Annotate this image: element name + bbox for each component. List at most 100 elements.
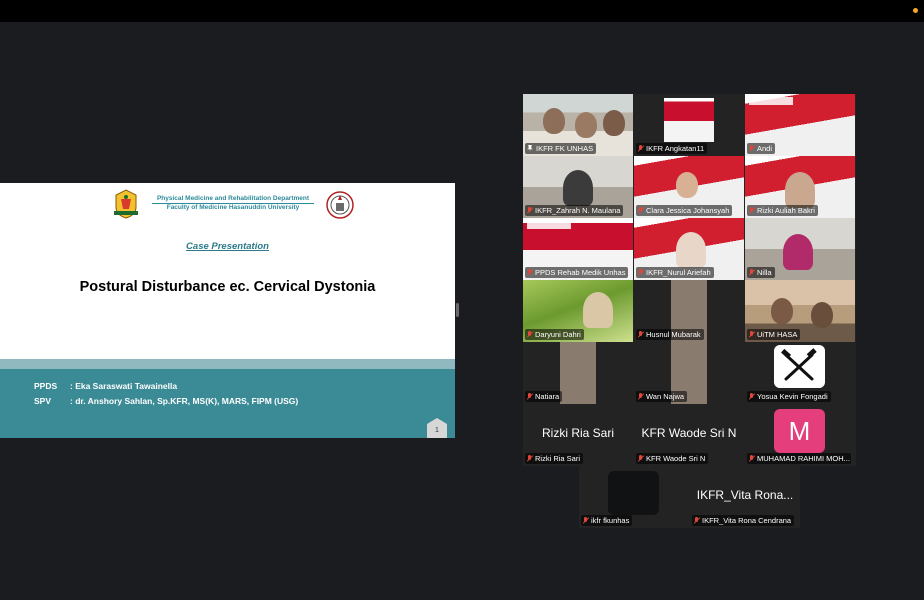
- shared-screen[interactable]: Physical Medicine and Rehabilitation Dep…: [0, 183, 455, 438]
- participant-name: IKFR Angkatan11: [646, 144, 705, 153]
- participant-tile[interactable]: IKFR Angkatan11: [634, 94, 744, 156]
- department-line-2: Faculty of Medicine Hasanuddin Universit…: [166, 204, 300, 211]
- participant-name: IKFR_Vita Rona Cendrana: [702, 516, 792, 525]
- participant-tile[interactable]: Daryuni Dahri: [523, 280, 633, 342]
- ppds-value: : Eka Saraswati Tawainella: [70, 381, 178, 391]
- participant-name: IKFR_Nurul Ariefah: [646, 268, 711, 277]
- participant-name-label: IKFR_Nurul Ariefah: [636, 267, 714, 278]
- virtual-background: [749, 97, 793, 105]
- participant-tile[interactable]: Wan Najwa: [634, 342, 744, 404]
- participant-name: Rizki Ria Sari: [535, 454, 581, 463]
- muted-mic-icon: [749, 207, 754, 214]
- participant-tile[interactable]: Clara Jessica Johansyah: [634, 156, 744, 218]
- participant-name-label: Rizki Auliah Bakri: [747, 205, 818, 216]
- participant-name: Nilla: [757, 268, 772, 277]
- ppds-label: PPDS: [34, 381, 58, 391]
- muted-mic-icon: [694, 517, 699, 524]
- muted-mic-icon: [638, 393, 643, 400]
- participant-tile[interactable]: Husnul Mubarak: [634, 280, 744, 342]
- participant-tile[interactable]: Nilla: [745, 218, 855, 280]
- participant-video: [676, 172, 698, 198]
- participant-tile[interactable]: PPDS Rehab Medik Unhas: [523, 218, 633, 280]
- participant-tile[interactable]: Natiara: [523, 342, 633, 404]
- muted-mic-icon: [749, 269, 754, 276]
- muted-mic-icon: [638, 455, 643, 462]
- participant-name: Daryuni Dahri: [535, 330, 581, 339]
- participant-name-label: Andi: [747, 143, 776, 154]
- participant-name: UiTM HASA: [757, 330, 798, 339]
- participant-name: Yosua Kevin Fongadi: [757, 392, 828, 401]
- header-divider: [152, 203, 314, 204]
- participant-video: [575, 112, 597, 138]
- participant-name: Rizki Auliah Bakri: [757, 206, 815, 215]
- participant-tile[interactable]: Yosua Kevin Fongadi: [745, 342, 855, 404]
- ppds-line: PPDS : Eka Saraswati Tawainella: [34, 381, 177, 391]
- participant-display-name: IKFR_Vita Rona...: [696, 488, 794, 502]
- muted-mic-icon: [749, 145, 754, 152]
- department-line-1: Physical Medicine and Rehabilitation Dep…: [156, 195, 310, 202]
- spv-line: SPV: dr. Anshory Sahlan, Sp.KFR, MS(K), …: [34, 396, 298, 406]
- participant-video: [603, 110, 625, 136]
- participant-video: [583, 292, 613, 328]
- participant-tile[interactable]: Rizki Auliah Bakri: [745, 156, 855, 218]
- participant-video: [560, 342, 596, 404]
- participant-gallery: IKFR FK UNHAS IKFR Angkatan11 Andi IKFR_…: [523, 94, 856, 466]
- participant-tile[interactable]: M MUHAMAD RAHIMI MOH...: [745, 404, 855, 466]
- participant-video: [771, 298, 793, 324]
- participant-tile[interactable]: Rizki Ria Sari Rizki Ria Sari: [523, 404, 633, 466]
- participant-name-label: IKFR Angkatan11: [636, 143, 708, 154]
- participant-name: MUHAMAD RAHIMI MOH...: [757, 454, 850, 463]
- slide-band: PPDS : Eka Saraswati Tawainella SPV: dr. …: [0, 369, 455, 438]
- slide-header: Physical Medicine and Rehabilitation Dep…: [112, 189, 357, 219]
- participant-name-label: KFR Waode Sri N: [636, 453, 709, 464]
- participant-gallery-row: ikfr fkunhas IKFR_Vita Rona... IKFR_Vita…: [579, 466, 800, 528]
- participant-tile[interactable]: Andi: [745, 94, 855, 156]
- muted-mic-icon: [527, 393, 532, 400]
- participant-name-label: Natiara: [525, 391, 563, 402]
- status-dot-icon: [913, 8, 918, 13]
- participant-name: Clara Jessica Johansyah: [646, 206, 730, 215]
- participant-video: [543, 108, 565, 134]
- avatar: [608, 471, 659, 515]
- participant-name-label: UiTM HASA: [747, 329, 801, 340]
- muted-mic-icon: [638, 269, 643, 276]
- participant-video: [563, 170, 593, 206]
- participant-name: IKFR_Zahrah N. Maulana: [535, 206, 621, 215]
- muted-mic-icon: [583, 517, 588, 524]
- muted-mic-icon: [638, 145, 643, 152]
- participant-name-label: Nilla: [747, 267, 775, 278]
- participant-name-label: Daryuni Dahri: [525, 329, 584, 340]
- participant-name: Andi: [757, 144, 773, 153]
- participant-tile[interactable]: IKFR_Vita Rona... IKFR_Vita Rona Cendran…: [690, 466, 800, 528]
- participant-video: [785, 172, 815, 208]
- muted-mic-icon: [749, 393, 754, 400]
- participant-tile[interactable]: KFR Waode Sri N KFR Waode Sri N: [634, 404, 744, 466]
- participant-name: KFR Waode Sri N: [646, 454, 706, 463]
- resize-handle[interactable]: [456, 303, 459, 317]
- slide-subtitle: Case Presentation: [186, 241, 269, 252]
- muted-mic-icon: [527, 331, 532, 338]
- participant-name: Wan Najwa: [646, 392, 685, 401]
- faculty-logo-icon: [326, 191, 354, 219]
- participant-tile[interactable]: IKFR_Nurul Ariefah: [634, 218, 744, 280]
- muted-mic-icon: [527, 269, 532, 276]
- participant-display-name: Rizki Ria Sari: [541, 426, 614, 440]
- spv-value: : dr. Anshory Sahlan, Sp.KFR, MS(K), MAR…: [70, 396, 299, 406]
- participant-name-label: MUHAMAD RAHIMI MOH...: [747, 453, 851, 464]
- participant-tile[interactable]: IKFR FK UNHAS: [523, 94, 633, 156]
- university-logo-icon: [114, 189, 138, 219]
- participant-name: Husnul Mubarak: [646, 330, 701, 339]
- participant-tile[interactable]: IKFR_Zahrah N. Maulana: [523, 156, 633, 218]
- avatar: M: [774, 409, 825, 453]
- participant-name-label: IKFR_Zahrah N. Maulana: [525, 205, 624, 216]
- muted-mic-icon: [527, 455, 532, 462]
- participant-display-name: KFR Waode Sri N: [641, 426, 737, 440]
- slide-band-light: [0, 359, 455, 369]
- top-bar: [0, 0, 924, 22]
- participant-name: ikfr fkunhas: [591, 516, 630, 525]
- slide-title: Postural Disturbance ec. Cervical Dyston…: [79, 279, 376, 295]
- participant-video: [676, 232, 706, 268]
- participant-tile[interactable]: ikfr fkunhas: [579, 466, 689, 528]
- participant-tile[interactable]: UiTM HASA: [745, 280, 855, 342]
- muted-mic-icon: [527, 207, 532, 214]
